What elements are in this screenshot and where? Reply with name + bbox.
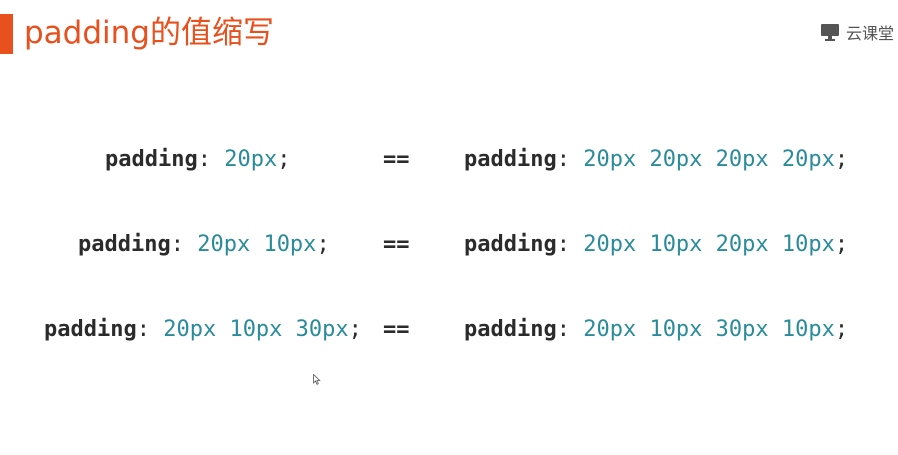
- brand-logo: 云课堂: [820, 20, 894, 44]
- brand-name: 云课堂: [845, 24, 894, 43]
- colon: :: [136, 317, 150, 342]
- shorthand-left-row-3: padding: 20px 10px 30px;: [44, 315, 362, 345]
- shorthand-left-row-2: padding: 20px 10px;: [78, 230, 330, 260]
- semicolon: ;: [316, 232, 330, 257]
- expanded-right-row-2: padding: 20px 10px 20px 10px;: [464, 230, 848, 260]
- padding-values: 20px: [224, 147, 278, 172]
- padding-values: 20px 10px 30px: [163, 317, 349, 342]
- semicolon: ;: [834, 147, 849, 172]
- equals-sign-row-3: ==: [383, 317, 410, 342]
- equals-sign-row-2: ==: [383, 232, 410, 257]
- property-name: padding: [464, 147, 557, 172]
- property-name: padding: [78, 232, 171, 257]
- colon: :: [556, 147, 570, 172]
- padding-values: 20px 10px: [197, 232, 317, 257]
- title-accent-bar: [0, 14, 13, 54]
- colon: :: [556, 232, 570, 257]
- property-name: padding: [464, 232, 557, 257]
- semicolon: ;: [277, 147, 291, 172]
- property-name: padding: [464, 317, 557, 342]
- padding-values: 20px 20px 20px 20px: [583, 147, 835, 172]
- colon: :: [556, 317, 570, 342]
- expanded-right-row-1: padding: 20px 20px 20px 20px;: [464, 145, 848, 175]
- screen-icon: [820, 24, 839, 41]
- mouse-pointer-icon: [313, 374, 321, 385]
- expanded-right-row-3: padding: 20px 10px 30px 10px;: [464, 315, 848, 345]
- property-name: padding: [105, 147, 198, 172]
- colon: :: [197, 147, 211, 172]
- shorthand-left-row-1: padding: 20px;: [105, 145, 290, 175]
- padding-values: 20px 10px 30px 10px: [583, 317, 835, 342]
- padding-values: 20px 10px 20px 10px: [583, 232, 835, 257]
- semicolon: ;: [348, 317, 362, 342]
- property-name: padding: [44, 317, 137, 342]
- slide-title: padding的值缩写: [24, 15, 274, 51]
- semicolon: ;: [834, 317, 849, 342]
- colon: :: [170, 232, 184, 257]
- semicolon: ;: [834, 232, 849, 257]
- equals-sign-row-1: ==: [383, 147, 410, 172]
